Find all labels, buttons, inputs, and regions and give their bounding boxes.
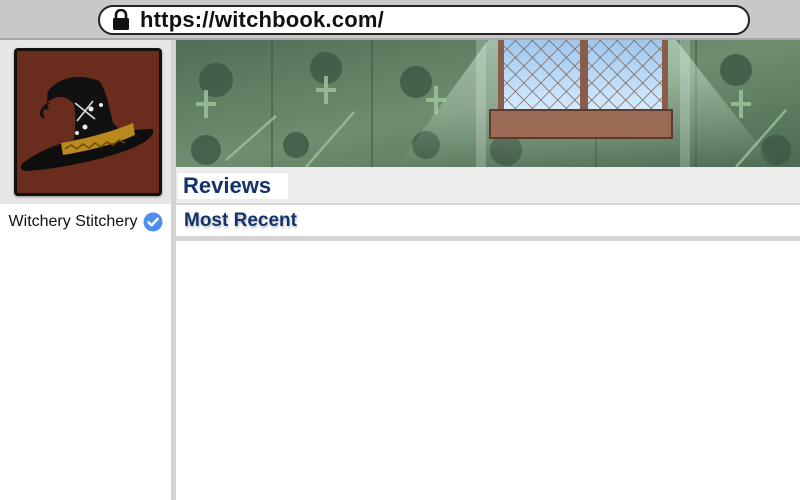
browser-toolbar: https://witchbook.com/ — [0, 0, 800, 40]
lock-icon[interactable] — [112, 7, 134, 33]
profile-name[interactable]: Witchery Stitchery — [9, 213, 138, 231]
section-title: Most Recent — [184, 209, 297, 231]
reviews-list — [176, 246, 800, 500]
witch-hat-icon — [20, 77, 154, 171]
profile-name-row: Witchery Stitchery — [0, 208, 172, 236]
avatar-area — [0, 40, 172, 204]
tab-reviews-label: Reviews — [183, 173, 272, 198]
tab-reviews[interactable]: Reviews — [178, 173, 288, 199]
avatar[interactable] — [14, 48, 162, 196]
url-text[interactable]: https://witchbook.com/ — [140, 7, 384, 33]
tab-bar: Reviews — [176, 167, 800, 203]
profile-banner — [176, 40, 800, 167]
verified-badge-icon — [143, 212, 163, 232]
address-bar[interactable]: https://witchbook.com/ — [98, 5, 750, 35]
section-header: Most Recent — [176, 203, 800, 241]
profile-sidebar: Witchery Stitchery — [0, 40, 172, 500]
